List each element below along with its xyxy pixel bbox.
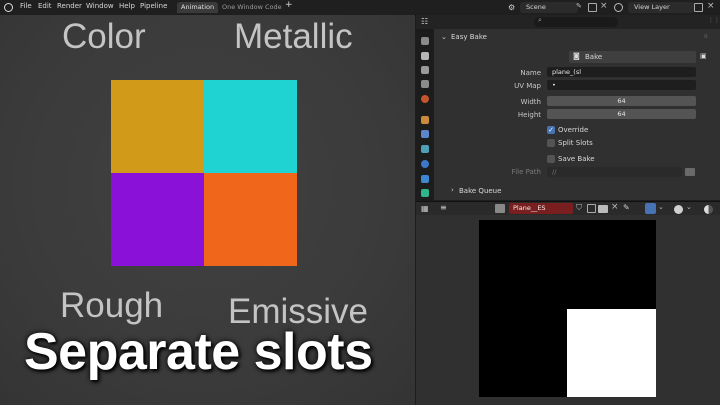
uv-map-label: UV Map xyxy=(514,82,541,90)
properties-panel: ⌄ Easy Bake ⁞⁞ ◙ Bake ▣ Name plane_(sl U… xyxy=(434,29,720,200)
properties-header: ☷ ⌕ ⋮⋮ xyxy=(416,15,720,29)
image-editor-canvas[interactable] xyxy=(416,215,720,405)
properties-search[interactable]: ⌕ xyxy=(534,16,618,27)
world-tab-icon[interactable] xyxy=(421,116,429,124)
image-name-field[interactable]: Plane__ES xyxy=(509,203,573,214)
image-name: Plane__ES xyxy=(513,204,546,212)
overlay-icon[interactable] xyxy=(674,205,683,214)
open-image-icon[interactable] xyxy=(598,205,608,213)
blender-logo-icon[interactable] xyxy=(4,3,13,12)
name-label: Name xyxy=(520,69,541,77)
view-layer-icon[interactable] xyxy=(614,3,623,12)
image-browse-icon[interactable] xyxy=(495,204,505,213)
new-scene-icon[interactable] xyxy=(588,3,597,12)
label-metallic: Metallic xyxy=(234,17,353,56)
chevron-right-icon[interactable]: › xyxy=(451,186,454,194)
file-path-label: File Path xyxy=(511,168,541,176)
new-image-icon[interactable] xyxy=(587,204,596,213)
screen-icon[interactable]: ▣ xyxy=(700,52,707,60)
name-value: plane_(sl xyxy=(552,68,582,76)
uv-map-field[interactable]: • xyxy=(547,80,696,90)
split-slots-label[interactable]: Split Slots xyxy=(558,139,593,147)
fake-user-icon[interactable]: ⛉ xyxy=(576,203,582,213)
tab-animation[interactable]: Animation xyxy=(177,2,219,13)
pin-icon[interactable]: ✎ xyxy=(576,2,582,10)
uv-map-value: • xyxy=(552,81,556,89)
metallic-swatch xyxy=(204,80,297,173)
height-field[interactable]: 64 xyxy=(547,109,696,119)
menu-render[interactable]: Render xyxy=(57,2,82,10)
width-field[interactable]: 64 xyxy=(547,96,696,106)
chevron-down-icon[interactable]: ⌄ xyxy=(658,203,664,211)
menu-file[interactable]: File xyxy=(20,2,32,10)
view-layer-selector[interactable]: View Layer xyxy=(628,2,694,13)
label-rough: Rough xyxy=(60,286,164,325)
file-path-value: // xyxy=(552,168,557,176)
add-workspace-button[interactable]: + xyxy=(285,0,293,10)
close-scene-icon[interactable]: × xyxy=(600,1,608,11)
scene-name: Scene xyxy=(526,3,546,11)
editor-type-icon[interactable]: ☷ xyxy=(421,17,428,26)
save-bake-label[interactable]: Save Bake xyxy=(558,155,595,163)
baked-image xyxy=(479,220,656,397)
chevron-down-icon[interactable]: ⌄ xyxy=(441,33,447,41)
name-field[interactable]: plane_(sl xyxy=(547,67,696,77)
menu-window[interactable]: Window xyxy=(86,2,114,10)
height-value: 64 xyxy=(617,110,626,118)
label-color: Color xyxy=(62,17,146,56)
output-tab-icon[interactable] xyxy=(421,66,429,74)
folder-icon[interactable] xyxy=(685,168,695,176)
bake-queue-header[interactable]: Bake Queue xyxy=(459,187,501,195)
color-swatch xyxy=(111,80,204,173)
emissive-white-region xyxy=(567,309,656,397)
new-view-layer-icon[interactable] xyxy=(694,3,703,12)
panel-drag-icon[interactable]: ⁞⁞ xyxy=(704,33,708,40)
gizmo-toggle-icon[interactable] xyxy=(645,203,656,214)
close-view-layer-icon[interactable]: × xyxy=(707,1,715,11)
view-layer-tab-icon[interactable] xyxy=(421,80,429,88)
object-data-tab-icon[interactable] xyxy=(421,189,429,197)
search-icon: ⌕ xyxy=(538,16,542,24)
bake-button-label: Bake xyxy=(585,53,603,61)
scene-tab-icon[interactable] xyxy=(421,95,429,103)
tool-tab-icon[interactable] xyxy=(421,37,429,45)
width-label: Width xyxy=(520,98,541,106)
video-caption: Separate slots xyxy=(24,323,373,381)
override-label[interactable]: Override xyxy=(558,126,588,134)
image-editor-type-icon[interactable]: ▦ xyxy=(421,204,429,213)
tab-one-window-code[interactable]: One Window Code xyxy=(218,2,286,13)
physics-tab-icon[interactable] xyxy=(421,160,429,168)
view-layer-name: View Layer xyxy=(634,3,670,11)
override-checkbox[interactable]: ✓ xyxy=(547,126,555,134)
particles-tab-icon[interactable] xyxy=(421,145,429,153)
options-icon[interactable]: ⋮⋮ xyxy=(708,17,720,24)
top-menu-bar: File Edit Render Window Help Pipeline An… xyxy=(0,0,720,16)
height-label: Height xyxy=(517,111,541,119)
save-bake-checkbox[interactable] xyxy=(547,155,555,163)
file-path-field[interactable]: // xyxy=(547,167,682,177)
display-channels-icon[interactable] xyxy=(704,205,713,214)
emissive-swatch xyxy=(204,173,297,266)
chevron-down-icon[interactable]: ⌄ xyxy=(686,203,692,211)
image-editor-header: ▦ ≡ Plane__ES ⛉ × ✎ ⌄ ⌄ xyxy=(416,201,720,216)
menu-help[interactable]: Help xyxy=(119,2,135,10)
modifier-tab-icon[interactable] xyxy=(421,130,429,138)
constraints-tab-icon[interactable] xyxy=(421,175,429,183)
scene-selector[interactable]: Scene xyxy=(520,2,578,13)
scene-icon[interactable]: ⚙ xyxy=(508,3,515,12)
camera-icon: ◙ xyxy=(573,52,580,60)
bake-button[interactable]: ◙ Bake xyxy=(569,51,696,63)
split-slots-checkbox[interactable] xyxy=(547,139,555,147)
unlink-image-icon[interactable]: × xyxy=(611,202,619,212)
menu-pipeline[interactable]: Pipeline xyxy=(140,2,167,10)
menu-edit[interactable]: Edit xyxy=(38,2,52,10)
render-tab-icon[interactable] xyxy=(421,52,429,60)
pin-image-icon[interactable]: ✎ xyxy=(623,203,630,212)
width-value: 64 xyxy=(617,97,626,105)
menu-hamburger-icon[interactable]: ≡ xyxy=(440,203,447,212)
rough-swatch xyxy=(111,173,204,266)
panel-title[interactable]: Easy Bake xyxy=(451,33,487,41)
